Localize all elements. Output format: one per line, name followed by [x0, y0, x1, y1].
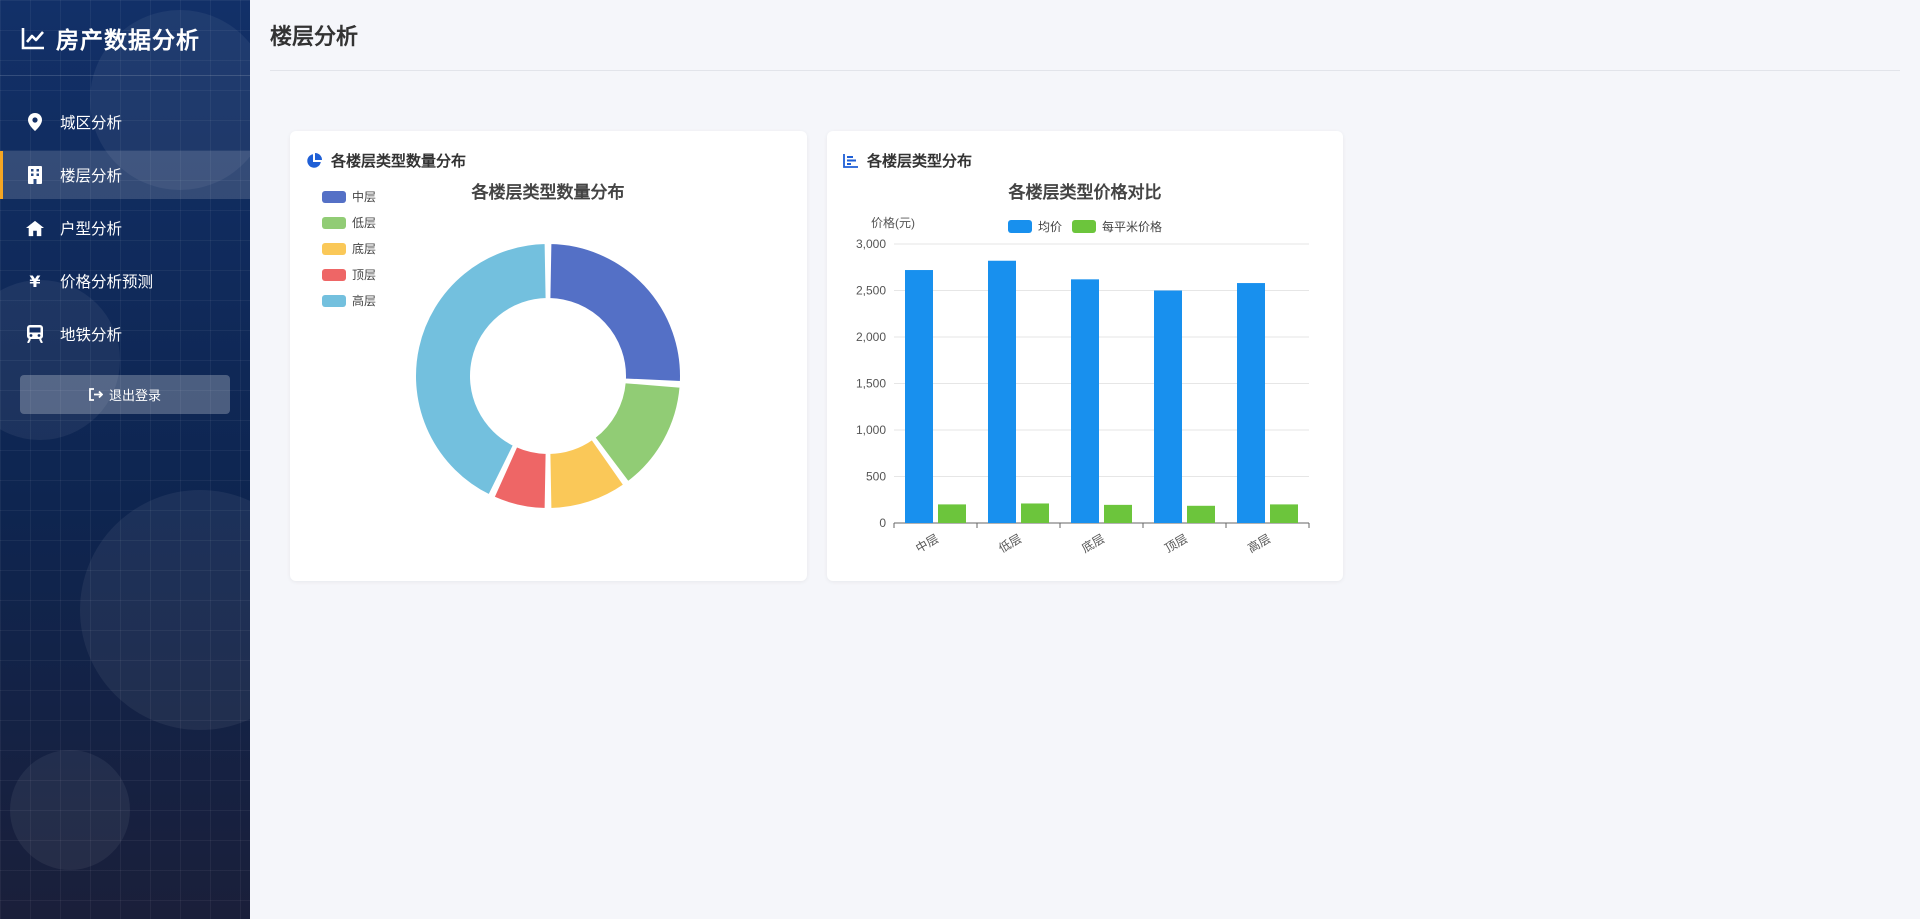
sidebar-item-label: 地铁分析 — [60, 326, 123, 344]
subway-icon — [26, 325, 44, 343]
bar — [1021, 503, 1049, 523]
donut-slice — [548, 242, 682, 383]
legend-label: 低层 — [352, 216, 376, 230]
sign-out-icon — [89, 388, 103, 401]
legend-label: 中层 — [352, 189, 376, 204]
bar — [1187, 505, 1215, 523]
x-tick-label: 中层 — [913, 531, 941, 556]
legend-label: 高层 — [352, 293, 376, 308]
logout-button[interactable]: 退出登录 — [20, 375, 230, 414]
bar — [905, 270, 933, 523]
map-pin-icon — [26, 113, 44, 131]
card-floor-price: 各楼层类型分布 各楼层类型价格对比 均价 每平米价格 价格(元) 0 500 1,000 1,… — [827, 131, 1343, 581]
x-tick-label: 底层 — [1079, 531, 1107, 556]
y-tick-label: 1,500 — [856, 377, 886, 391]
yen-icon: ¥ — [29, 271, 41, 291]
home-icon — [26, 219, 44, 237]
y-tick-label: 2,000 — [856, 330, 886, 344]
decor-circle — [10, 750, 130, 870]
bar — [988, 260, 1016, 523]
legend-label: 均价 — [1038, 220, 1062, 234]
main-content: 楼层分析 各楼层类型数量分布 各楼层类型数量分布 中层低层底层顶层高层 各楼层类型… — [250, 0, 1920, 919]
app-title: 房产数据分析 — [56, 27, 200, 54]
building-icon — [26, 166, 44, 184]
y-tick-label: 500 — [866, 470, 886, 484]
sidebar-item-house-type[interactable]: 户型分析 — [0, 204, 250, 252]
x-tick-label: 顶层 — [1162, 531, 1190, 555]
card-floor-count: 各楼层类型数量分布 各楼层类型数量分布 中层低层底层顶层高层 — [290, 131, 807, 581]
sidebar: 房产数据分析 城区分析 楼层分析 户型分析 ¥ 价格分析预测 地铁分析 退出登录 — [0, 0, 250, 919]
sidebar-item-subway[interactable]: 地铁分析 — [0, 310, 250, 358]
bar — [1154, 290, 1182, 523]
bar — [1237, 283, 1265, 523]
page-header: 楼层分析 — [270, 0, 1900, 71]
legend-swatch — [322, 243, 346, 255]
brand: 房产数据分析 — [0, 0, 250, 76]
sidebar-item-label: 价格分析预测 — [60, 273, 154, 291]
legend-swatch — [322, 191, 346, 203]
y-tick-label: 1,000 — [856, 423, 886, 437]
logout-label: 退出登录 — [108, 389, 161, 404]
sidebar-nav: 城区分析 楼层分析 户型分析 ¥ 价格分析预测 地铁分析 — [0, 98, 250, 358]
sidebar-item-price-prediction[interactable]: ¥ 价格分析预测 — [0, 257, 250, 305]
bar-chart: 各楼层类型价格对比均价 每平米价格 价格(元) 0 500 1,000 1,500 2,000… — [856, 182, 1310, 556]
legend-swatch — [1008, 220, 1032, 233]
x-tick-label: 低层 — [996, 531, 1024, 555]
page-title: 楼层分析 — [270, 25, 359, 50]
bar — [1071, 279, 1099, 523]
bar — [938, 504, 966, 523]
line-chart-icon — [21, 27, 44, 49]
bar — [1104, 504, 1132, 523]
chart-title: 各楼层类型数量分布 — [471, 182, 625, 202]
legend-swatch — [322, 217, 346, 229]
legend-swatch — [1072, 220, 1096, 233]
y-axis-label: 价格(元) — [871, 215, 915, 230]
sidebar-item-label: 楼层分析 — [60, 167, 123, 185]
legend-label: 顶层 — [352, 268, 376, 282]
legend-label: 每平米价格 — [1102, 219, 1162, 234]
chart-title: 各楼层类型价格对比 — [1008, 182, 1162, 202]
sidebar-item-floor[interactable]: 楼层分析 — [0, 151, 250, 199]
y-tick-label: 0 — [879, 516, 886, 530]
sidebar-item-label: 户型分析 — [60, 220, 123, 238]
y-tick-label: 2,500 — [856, 284, 886, 298]
y-tick-label: 3,000 — [856, 237, 886, 251]
donut-chart: 各楼层类型数量分布 中层低层底层顶层高层 — [322, 182, 682, 510]
legend-label: 底层 — [352, 241, 376, 256]
legend-swatch — [322, 269, 346, 281]
sidebar-item-district[interactable]: 城区分析 — [0, 98, 250, 146]
bar — [1270, 504, 1298, 523]
x-tick-label: 高层 — [1245, 531, 1273, 556]
legend-swatch — [322, 295, 346, 307]
sidebar-item-label: 城区分析 — [60, 114, 123, 132]
